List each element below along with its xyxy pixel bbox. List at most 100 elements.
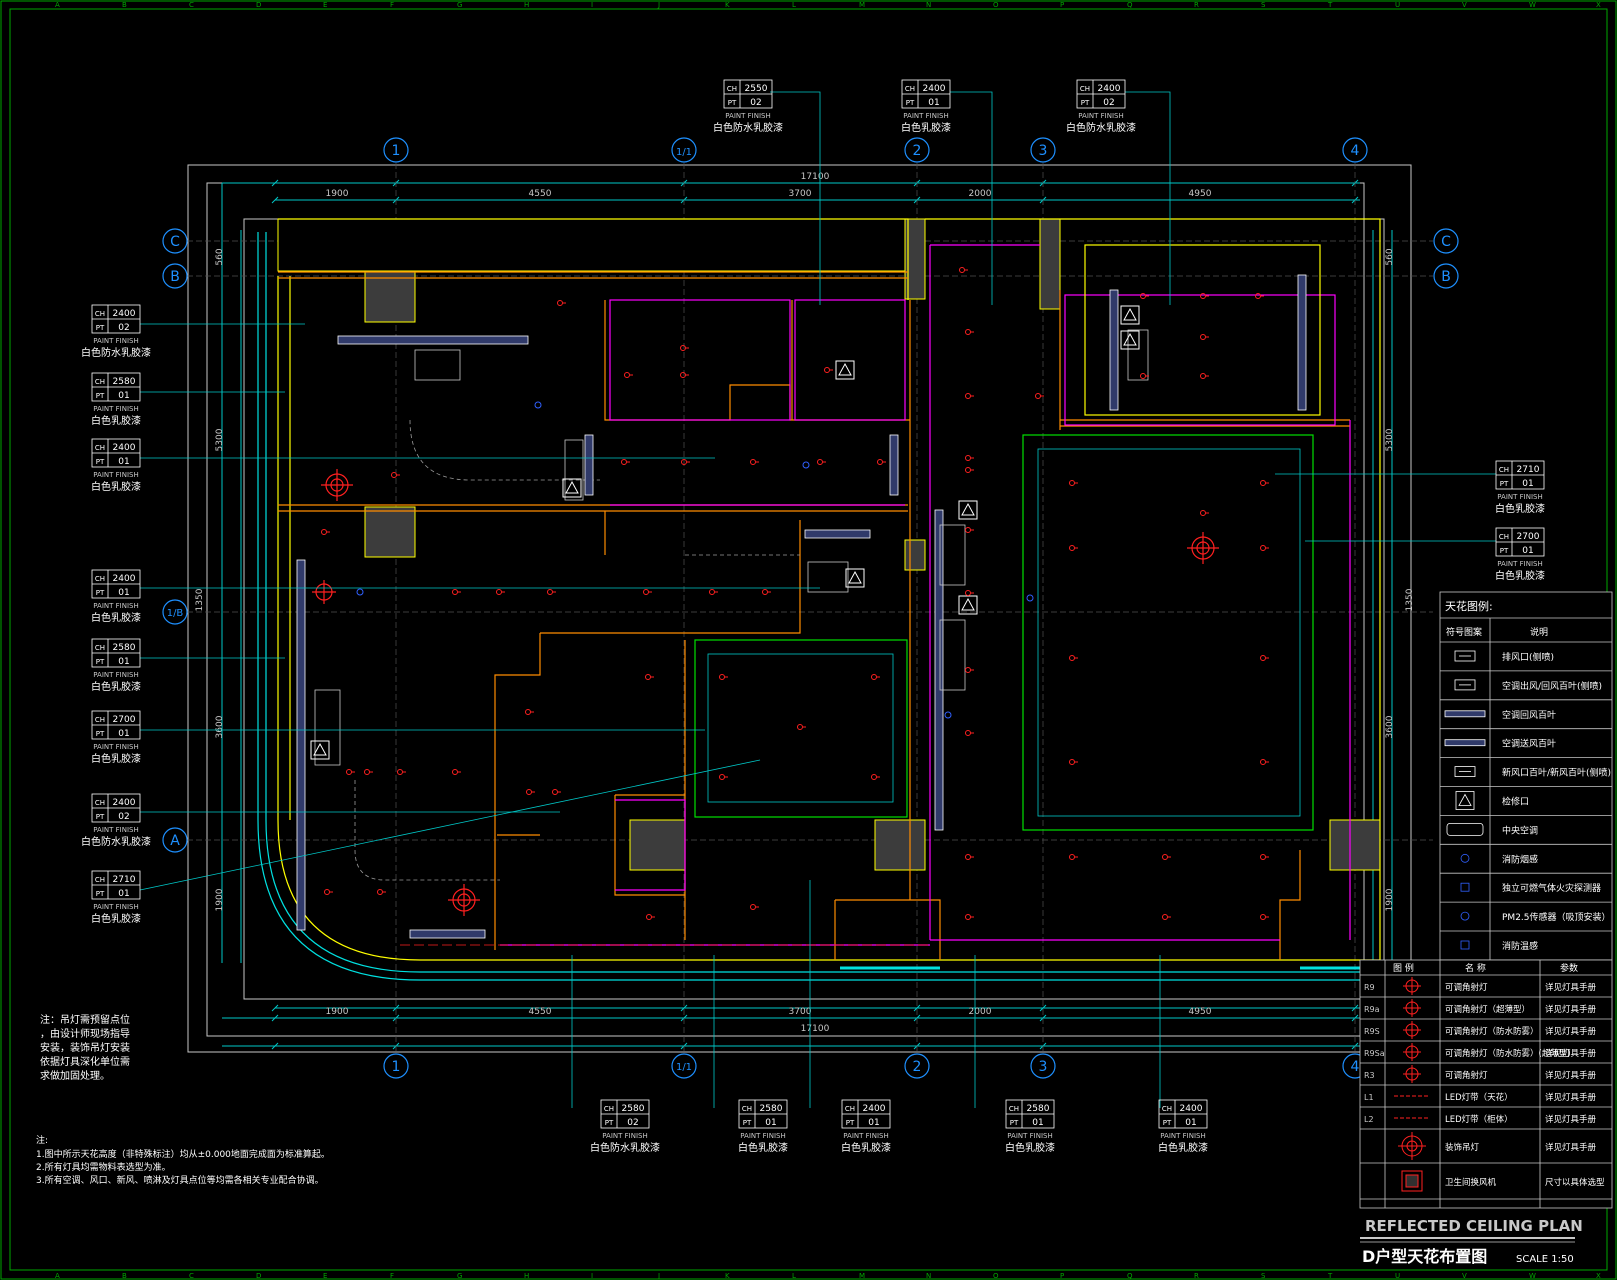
access-panel-icon: [958, 595, 978, 615]
downlight-icon: [364, 769, 373, 775]
dim-seg-2-bottom: 4550: [529, 1007, 552, 1017]
downlight-icon: [346, 769, 355, 775]
grid-label-b-right: B: [1441, 269, 1451, 285]
tag-pt-code: PT: [728, 99, 737, 107]
tag-pt-code: PT: [846, 1119, 855, 1127]
downlight-icon: [397, 769, 406, 775]
light-legend-param: 详见灯具手册: [1545, 1092, 1597, 1103]
grid-label-1-top: 1: [392, 143, 401, 159]
tag-pt-value: 02: [118, 323, 129, 333]
ceiling-legend-col-desc: 说明: [1530, 626, 1548, 638]
dim-right-4: 3600: [1385, 715, 1395, 738]
ceiling-legend-desc: 独立可燃气体火灾探测器: [1502, 882, 1601, 894]
downlight-icon: [496, 589, 505, 595]
frame-letter: K: [725, 1, 730, 9]
tag-ch-value: 2580: [622, 1104, 645, 1114]
tag-paint-finish: PAINT FINISH: [93, 743, 138, 751]
tag-paint-finish: PAINT FINISH: [602, 1132, 647, 1140]
finish-tag: CH 2580 PT 01 PAINT FINISH白色乳胶漆: [91, 638, 141, 693]
tag-paint-finish: PAINT FINISH: [1160, 1132, 1205, 1140]
ceiling-legend-desc: PM2.5传感器（吸顶安装）: [1502, 911, 1611, 923]
frame-letter: O: [993, 1, 999, 9]
tag-pt-value: 01: [1522, 479, 1533, 489]
downlight-icon: [965, 455, 974, 461]
dim-seg-3-top: 3700: [789, 189, 812, 199]
tag-paint-finish: PAINT FINISH: [93, 405, 138, 413]
title-scale: SCALE 1:50: [1516, 1254, 1574, 1265]
downlight-icon: [1200, 334, 1209, 340]
access-panels: [310, 305, 1140, 760]
grid-label-b-left: B: [170, 269, 180, 285]
dim-left-3: 1350: [195, 588, 205, 611]
tag-paint-finish: PAINT FINISH: [725, 112, 770, 120]
tag-finish-label: 白色乳胶漆: [841, 1141, 891, 1154]
downlight-icon: [557, 300, 566, 306]
downlight-icon: [965, 527, 974, 533]
downlight-icon: [797, 724, 806, 730]
tag-pt-value: 01: [928, 98, 939, 108]
tag-ch-value: 2400: [113, 309, 136, 319]
dim-seg-1-top: 1900: [326, 189, 349, 199]
downlight-icon: [552, 789, 561, 795]
dimension-ticks: [271, 179, 1359, 1050]
grid-label-4-top: 4: [1351, 143, 1360, 159]
frame-letter: S: [1261, 1, 1266, 9]
light-legend-code: R9: [1364, 983, 1375, 992]
smoke-detector-icon: [944, 711, 952, 719]
tag-finish-label: 白色乳胶漆: [91, 611, 141, 624]
downlight-icon: [526, 789, 535, 795]
tag-finish-label: 白色乳胶漆: [1495, 569, 1545, 582]
downlight-icon: [965, 467, 974, 473]
light-legend-param: 详见灯具手册: [1545, 1114, 1597, 1125]
grid-label-c-right: C: [1441, 234, 1451, 250]
tag-ch-code: CH: [95, 444, 105, 452]
tag-pt-code: PT: [96, 458, 105, 466]
frame-letter: G: [457, 1272, 462, 1280]
title-english: REFLECTED CEILING PLAN: [1365, 1217, 1583, 1235]
smoke-detector-icon: [802, 461, 810, 469]
light-legend-param: 尺寸以具体选型: [1545, 1177, 1605, 1188]
frame-letter: N: [926, 1272, 931, 1280]
frame-letter: P: [1060, 1272, 1064, 1280]
dim-total-top: 17100: [801, 172, 830, 182]
light-legend-param: 详见灯具手册: [1545, 1142, 1597, 1153]
ceiling-recess: [694, 244, 1321, 831]
tag-pt-code: PT: [96, 890, 105, 898]
light-legend-name: 可调角射灯: [1445, 1070, 1488, 1081]
downlight-icon: [1069, 480, 1078, 486]
dim-left-5: 1900: [215, 888, 225, 911]
tag-finish-label: 白色乳胶漆: [901, 121, 951, 134]
tag-ch-code: CH: [742, 1105, 752, 1113]
ceiling-legend-desc: 新风口百叶/新风百叶(侧喷): [1502, 767, 1611, 779]
tag-ch-value: 2580: [760, 1104, 783, 1114]
finish-tag: CH 2710 PT 01 PAINT FINISH白色乳胶漆: [91, 870, 141, 925]
tag-ch-value: 2580: [1027, 1104, 1050, 1114]
notes-item-2: 2.所有灯具均需物料表选型为准。: [36, 1161, 171, 1173]
tag-paint-finish: PAINT FINISH: [93, 602, 138, 610]
downlight-icon: [643, 589, 652, 595]
frame-letter: I: [591, 1, 593, 9]
tag-paint-finish: PAINT FINISH: [93, 903, 138, 911]
tag-paint-finish: PAINT FINISH: [93, 337, 138, 345]
ceiling-legend-desc: 空调出风/回风百叶(侧喷): [1502, 680, 1602, 692]
tag-ch-value: 2400: [1098, 84, 1121, 94]
tag-pt-value: 02: [1103, 98, 1114, 108]
downlight-icon: [750, 904, 759, 910]
downlight-icon: [1200, 510, 1209, 516]
grid-label-1a-top: 1/1: [676, 147, 692, 158]
frame-letter: C: [189, 1272, 194, 1280]
dim-right-1: 560: [1385, 248, 1395, 265]
downlight-icon: [1069, 759, 1078, 765]
dim-seg-3-bottom: 3700: [789, 1007, 812, 1017]
grid-label-4-bottom: 4: [1351, 1059, 1360, 1075]
dim-seg-4-top: 2000: [969, 189, 992, 199]
title-chinese: D户型天花布置图: [1362, 1247, 1487, 1266]
dim-right-2: 5300: [1385, 428, 1395, 451]
tag-pt-code: PT: [1500, 547, 1509, 555]
light-legend-param: 详见灯具手册: [1545, 1048, 1597, 1059]
frame-letter: H: [524, 1, 529, 9]
downlight-icon: [965, 667, 974, 673]
frame-letter: Q: [1127, 1272, 1133, 1280]
frame-letter: J: [657, 1272, 660, 1280]
finish-tag: CH 2400 PT 01 PAINT FINISH白色乳胶漆: [841, 1099, 891, 1154]
